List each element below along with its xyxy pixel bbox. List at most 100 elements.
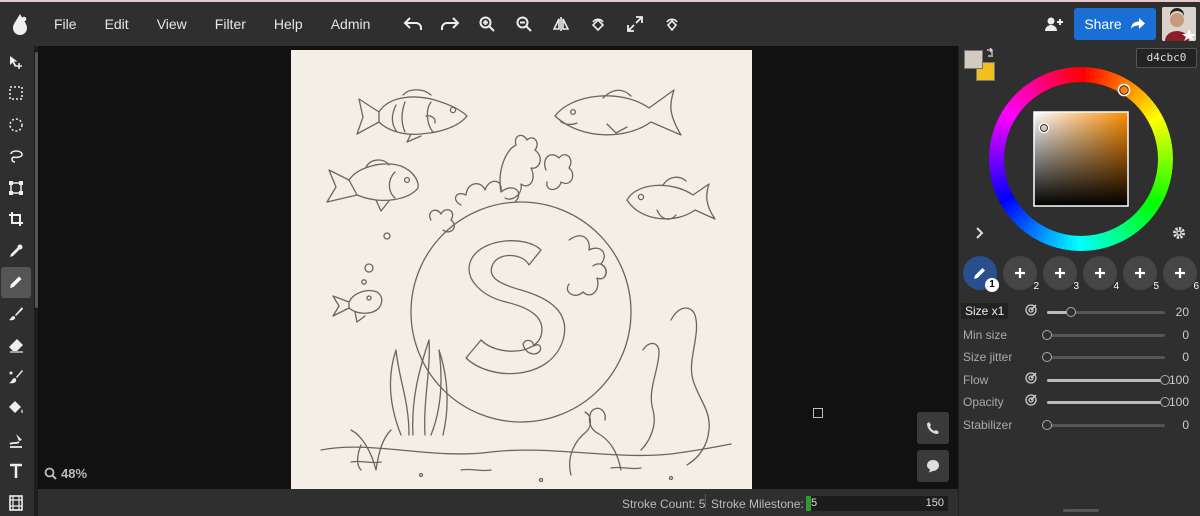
menu-file[interactable]: File bbox=[40, 2, 91, 46]
brush-prop-row[interactable]: Size jitter 0 bbox=[963, 348, 1199, 366]
brush-prop-label: Opacity bbox=[963, 395, 1004, 409]
brush-slot-5[interactable]: 5 bbox=[1123, 256, 1159, 292]
menu-edit[interactable]: Edit bbox=[91, 2, 143, 46]
brush-prop-value: 0 bbox=[1182, 418, 1189, 432]
slider-knob[interactable] bbox=[1042, 352, 1052, 362]
call-button[interactable] bbox=[917, 412, 949, 444]
slider-fill bbox=[1047, 379, 1165, 382]
primary-color-swatch[interactable] bbox=[964, 50, 983, 69]
rotate-icon[interactable] bbox=[579, 2, 616, 46]
plus-icon bbox=[1055, 268, 1065, 278]
eraser-icon[interactable] bbox=[1, 330, 31, 362]
swap-colors-icon[interactable] bbox=[985, 48, 995, 58]
brush-slot-number: 4 bbox=[1113, 281, 1119, 292]
zoom-in-icon[interactable] bbox=[468, 2, 505, 46]
brush-slot-4[interactable]: 4 bbox=[1083, 256, 1119, 292]
menu-filter[interactable]: Filter bbox=[201, 2, 260, 46]
rect-select-icon[interactable] bbox=[1, 78, 31, 110]
brush-prop-row[interactable]: Size x1 20 bbox=[961, 303, 1199, 321]
stroke-milestone-label: Stroke Milestone: bbox=[711, 497, 804, 511]
brush-prop-slider[interactable] bbox=[1047, 397, 1170, 407]
brush-prop-value: 0 bbox=[1182, 350, 1189, 364]
brush-slot-number: 6 bbox=[1193, 281, 1199, 292]
color-wheel[interactable] bbox=[988, 66, 1174, 252]
brush-prop-row[interactable]: Opacity 100 bbox=[963, 393, 1199, 411]
pressure-icon[interactable] bbox=[1025, 394, 1037, 406]
slider-knob[interactable] bbox=[1042, 330, 1052, 340]
share-button[interactable]: Share bbox=[1074, 8, 1156, 40]
brush-slot-1[interactable]: 1 bbox=[963, 256, 999, 292]
plus-icon bbox=[1175, 268, 1185, 278]
brush-slot-3[interactable]: 3 bbox=[1043, 256, 1079, 292]
slider-knob[interactable] bbox=[1065, 307, 1076, 317]
text-icon[interactable] bbox=[1, 456, 31, 488]
gear-icon[interactable] bbox=[1172, 226, 1186, 245]
drawing-canvas[interactable] bbox=[291, 50, 752, 489]
brush-prop-row[interactable]: Flow 100 bbox=[963, 371, 1199, 389]
share-label: Share bbox=[1084, 16, 1122, 32]
lasso-icon[interactable] bbox=[1, 141, 31, 173]
canvas-area[interactable]: 48% bbox=[38, 46, 958, 489]
app-logo-icon[interactable] bbox=[0, 2, 40, 46]
eyedropper-icon[interactable] bbox=[1, 235, 31, 267]
menu-admin[interactable]: Admin bbox=[317, 2, 385, 46]
brush-slots: 1 2 3 4 5 6 bbox=[963, 256, 1199, 292]
filmstrip-icon[interactable] bbox=[1, 487, 31, 516]
avatar[interactable] bbox=[1162, 7, 1196, 41]
stroke-milestone-bar: 5 150 bbox=[806, 496, 948, 511]
canvas-square-handle[interactable] bbox=[813, 408, 823, 418]
hex-color-input[interactable]: d4cbc0 bbox=[1136, 48, 1197, 68]
flip-icon[interactable] bbox=[542, 2, 579, 46]
hand-icon[interactable] bbox=[653, 2, 690, 46]
fill-icon[interactable] bbox=[1, 393, 31, 425]
brush-prop-label: Min size bbox=[963, 328, 1008, 342]
brush-prop-slider[interactable] bbox=[1047, 307, 1165, 317]
brush-prop-row[interactable]: Min size 0 bbox=[963, 326, 1199, 344]
brush-prop-row[interactable]: Stabilizer 0 bbox=[963, 416, 1199, 434]
zoom-indicator[interactable]: 48% bbox=[44, 466, 87, 481]
brush-prop-slider[interactable] bbox=[1047, 375, 1170, 385]
brush-slot-number: 5 bbox=[1153, 281, 1159, 292]
pen-icon[interactable] bbox=[1, 266, 31, 298]
right-panel: d4cbc0 1 2 3 4 5 6 Size x1 20 Min size 0… bbox=[958, 46, 1200, 516]
slider-knob[interactable] bbox=[1042, 420, 1052, 430]
stroke-milestone-fill bbox=[806, 496, 811, 511]
brush-prop-label: Size jitter bbox=[963, 350, 1013, 364]
brush-prop-slider[interactable] bbox=[1042, 330, 1165, 340]
chevron-right-icon[interactable] bbox=[974, 226, 984, 242]
blend-icon[interactable] bbox=[1, 361, 31, 393]
pressure-icon[interactable] bbox=[1025, 304, 1037, 316]
shape-icon[interactable] bbox=[1, 424, 31, 456]
menu-view[interactable]: View bbox=[143, 2, 201, 46]
pen-icon bbox=[974, 268, 985, 279]
share-arrow-icon bbox=[1130, 18, 1145, 29]
fullscreen-icon[interactable] bbox=[616, 2, 653, 46]
zoom-out-icon[interactable] bbox=[505, 2, 542, 46]
plus-icon bbox=[1015, 268, 1025, 278]
slider-fill bbox=[1047, 401, 1165, 404]
brush-prop-label: Stabilizer bbox=[963, 418, 1013, 432]
menu-help[interactable]: Help bbox=[260, 2, 317, 46]
brush-prop-slider[interactable] bbox=[1042, 352, 1165, 362]
brush-prop-slider[interactable] bbox=[1042, 420, 1165, 430]
brush-slot-6[interactable]: 6 bbox=[1163, 256, 1199, 292]
status-bar: Stroke Count: 5 Stroke Milestone: 5 150 bbox=[38, 489, 958, 516]
brush-slot-number: 1 bbox=[985, 278, 999, 292]
brush-prop-value: 100 bbox=[1168, 373, 1189, 387]
pressure-icon[interactable] bbox=[1025, 372, 1037, 384]
brush-prop-value: 0 bbox=[1182, 328, 1189, 342]
chat-button[interactable] bbox=[917, 450, 949, 482]
undo-icon[interactable] bbox=[394, 2, 431, 46]
status-divider bbox=[705, 494, 706, 510]
brush-slot-number: 2 bbox=[1033, 281, 1039, 292]
panel-resize-handle[interactable] bbox=[1063, 509, 1099, 512]
crop-icon[interactable] bbox=[1, 204, 31, 236]
stroke-milestone-value: 5 bbox=[811, 497, 818, 509]
transform-icon[interactable] bbox=[1, 172, 31, 204]
add-user-icon[interactable] bbox=[1034, 2, 1074, 46]
ellipse-select-icon[interactable] bbox=[1, 109, 31, 141]
brush-slot-2[interactable]: 2 bbox=[1003, 256, 1039, 292]
move-icon[interactable] bbox=[1, 46, 31, 78]
redo-icon[interactable] bbox=[431, 2, 468, 46]
brush-icon[interactable] bbox=[1, 298, 31, 330]
